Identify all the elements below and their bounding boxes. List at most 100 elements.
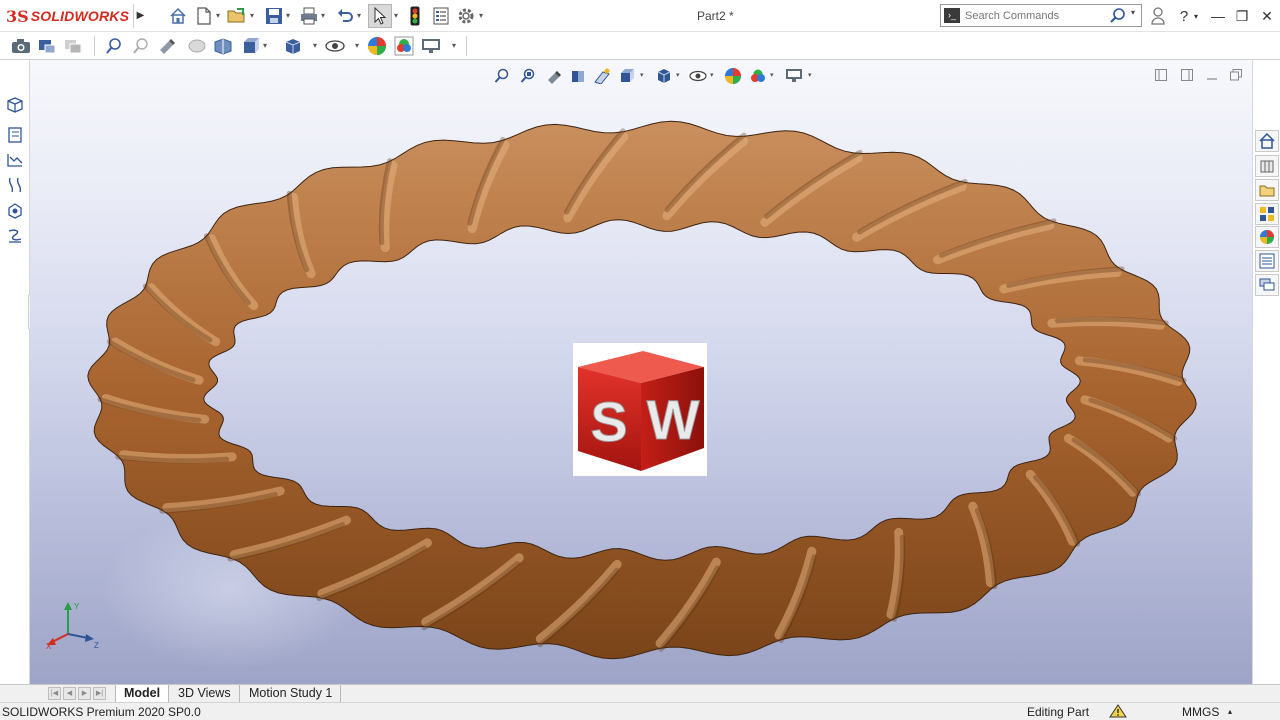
- view-orientation-dropdown-icon[interactable]: ▾: [640, 66, 648, 86]
- graphics-area[interactable]: S W ▾ ▾ ▾ ▾ ▾ Y Z X: [30, 60, 1252, 684]
- reference-triad: Y Z X: [44, 600, 104, 651]
- search-icon[interactable]: [1108, 7, 1128, 25]
- minimize-viewport-icon[interactable]: [1204, 67, 1220, 83]
- new-dropdown-icon[interactable]: ▾: [216, 5, 224, 27]
- custom-properties-icon[interactable]: [1255, 250, 1279, 272]
- rebuild-status-icon[interactable]: [1108, 703, 1130, 720]
- menu-expand-arrow-icon[interactable]: ▶: [133, 4, 147, 28]
- display-style-dropdown-icon[interactable]: ▾: [313, 35, 321, 57]
- view-palette-icon[interactable]: [1255, 203, 1279, 225]
- undo-icon[interactable]: [334, 5, 356, 27]
- next-tab-icon[interactable]: ▶: [78, 687, 91, 700]
- file-properties-icon[interactable]: [430, 5, 452, 27]
- save-icon[interactable]: [263, 5, 285, 27]
- standard-views-icon[interactable]: [240, 35, 262, 57]
- rebuild-traffic-light-icon[interactable]: [404, 5, 426, 27]
- forum-icon[interactable]: [1255, 274, 1279, 296]
- save-dropdown-icon[interactable]: ▾: [286, 5, 294, 27]
- options-gear-icon[interactable]: [455, 5, 477, 27]
- camera-icon[interactable]: [10, 35, 32, 57]
- ds-logo-mark: 3S: [6, 6, 29, 26]
- tab-motion-study-1[interactable]: Motion Study 1: [241, 685, 342, 703]
- display-style-icon[interactable]: [282, 35, 304, 57]
- hide-show-dropdown-icon[interactable]: ▾: [710, 66, 718, 86]
- file-explorer-icon[interactable]: [1255, 179, 1279, 201]
- view-setting-dropdown-icon[interactable]: ▾: [452, 35, 460, 57]
- appearance-icon[interactable]: [366, 35, 388, 57]
- units-dropdown-icon[interactable]: ▴: [1228, 704, 1232, 720]
- previous-tab-icon[interactable]: ◀: [63, 687, 76, 700]
- search-input[interactable]: [965, 7, 1105, 24]
- hide-show-items-icon[interactable]: [688, 66, 708, 86]
- zoom-area-icon[interactable]: [518, 66, 538, 86]
- close-icon[interactable]: ✕: [1255, 4, 1279, 28]
- previous-view-icon[interactable]: [544, 66, 564, 86]
- hide-show-dropdown-icon[interactable]: ▾: [355, 35, 363, 57]
- view-settings-dropdown-icon[interactable]: ▾: [808, 66, 816, 86]
- apply-scene-icon[interactable]: [748, 66, 768, 86]
- document-tabs-bar: |◀ ◀ ▶ ▶| Model 3D Views Motion Study 1: [0, 684, 1280, 703]
- triad-x-label: X: [46, 642, 52, 650]
- search-commands-box[interactable]: ›_ ▾: [940, 4, 1142, 27]
- split-horizontal-icon[interactable]: [1153, 67, 1169, 83]
- standard-views-dropdown-icon[interactable]: ▾: [263, 35, 271, 57]
- select-arrow-icon[interactable]: [368, 4, 392, 28]
- help-dropdown-icon[interactable]: ▾: [1190, 4, 1202, 28]
- scene-icon[interactable]: [393, 35, 415, 57]
- open-folder-icon[interactable]: [226, 5, 248, 27]
- last-tab-icon[interactable]: ▶|: [93, 687, 106, 700]
- display-style-icon[interactable]: [654, 66, 674, 86]
- rotate-view-icon[interactable]: [156, 35, 178, 57]
- split-vertical-icon[interactable]: [1179, 67, 1195, 83]
- property-manager-icon[interactable]: [4, 124, 26, 146]
- dimxpert-icon[interactable]: [4, 174, 26, 196]
- solidworks-logo[interactable]: 3S SOLIDWORKS: [6, 5, 129, 27]
- open-dropdown-icon[interactable]: ▾: [250, 5, 258, 27]
- restore-icon[interactable]: ❐: [1230, 4, 1254, 28]
- undo-dropdown-icon[interactable]: ▾: [357, 5, 365, 27]
- display-manager-icon[interactable]: [4, 200, 26, 222]
- zoom-area-icon[interactable]: [130, 35, 152, 57]
- task-pane-tabs: [1252, 60, 1280, 684]
- copy-view-icon[interactable]: [62, 35, 84, 57]
- scene-dropdown-icon[interactable]: ▾: [770, 66, 778, 86]
- tab-3d-views[interactable]: 3D Views: [170, 685, 240, 703]
- tab-model[interactable]: Model: [115, 685, 170, 703]
- logo-letter-s: S: [590, 390, 627, 453]
- search-dropdown-icon[interactable]: ▾: [1131, 8, 1135, 17]
- options-dropdown-icon[interactable]: ▾: [479, 5, 487, 27]
- appearances-icon[interactable]: [1255, 226, 1279, 248]
- hide-show-icon[interactable]: [324, 35, 346, 57]
- print-dropdown-icon[interactable]: ▾: [321, 5, 329, 27]
- feature-manager-icon[interactable]: [4, 94, 26, 116]
- zoom-to-fit-icon[interactable]: [492, 66, 512, 86]
- cam-icon[interactable]: [4, 225, 26, 247]
- unit-system-text[interactable]: MMGS: [1182, 704, 1219, 720]
- display-style-dropdown-icon[interactable]: ▾: [676, 66, 684, 86]
- view-setting-icon[interactable]: [420, 35, 442, 57]
- minimize-icon[interactable]: —: [1206, 4, 1230, 28]
- edit-appearance-icon[interactable]: [723, 66, 743, 86]
- new-document-icon[interactable]: [193, 5, 215, 27]
- title-bar: 3S SOLIDWORKS ▶ ▾ ▾ ▾ ▾ ▾ ▾ ▾ Part2 * ›_…: [0, 0, 1280, 32]
- solidworks-window: 3S SOLIDWORKS ▶ ▾ ▾ ▾ ▾ ▾ ▾ ▾ Part2 * ›_…: [0, 0, 1280, 720]
- dynamic-annotation-icon[interactable]: [592, 66, 612, 86]
- user-icon[interactable]: [1146, 4, 1170, 28]
- first-tab-icon[interactable]: |◀: [48, 687, 61, 700]
- restore-viewport-icon[interactable]: [1228, 67, 1244, 83]
- home-icon[interactable]: [167, 5, 189, 27]
- zoom-to-fit-icon[interactable]: [103, 35, 125, 57]
- print-icon[interactable]: [298, 5, 320, 27]
- triad-y-label: Y: [74, 602, 80, 611]
- view-orientation-icon[interactable]: [212, 35, 234, 57]
- view-settings-icon[interactable]: [784, 66, 804, 86]
- command-prompt-icon: ›_: [944, 8, 960, 23]
- photo-view-icon[interactable]: [36, 35, 58, 57]
- design-library-icon[interactable]: [1255, 155, 1279, 177]
- configuration-manager-icon[interactable]: [4, 149, 26, 171]
- section-view-icon[interactable]: [568, 66, 588, 86]
- view-orientation-icon[interactable]: [618, 66, 638, 86]
- select-dropdown-icon[interactable]: ▾: [394, 5, 402, 27]
- solidworks-resources-icon[interactable]: [1255, 130, 1279, 152]
- section-view-icon[interactable]: [186, 35, 208, 57]
